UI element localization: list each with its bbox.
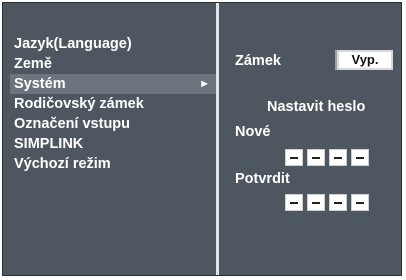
system-submenu-panel: Zámek Vyp. Nastavit heslo Nové Potvrdit: [219, 4, 401, 274]
pin-digit-box[interactable]: [351, 149, 369, 166]
main-menu-list: Jazyk(Language) Země Systém ► Rodičovský…: [10, 34, 216, 174]
menu-item-simplink[interactable]: SIMPLINK: [10, 134, 216, 154]
menu-item-default-mode[interactable]: Výchozí režim: [10, 154, 216, 174]
menu-item-input-label[interactable]: Označení vstupu: [10, 114, 216, 134]
pin-digit-box[interactable]: [329, 194, 347, 211]
set-password-heading: Nastavit heslo: [267, 99, 366, 115]
chevron-right-icon: ►: [199, 78, 210, 90]
pin-digit-box[interactable]: [307, 149, 325, 166]
confirm-password-input[interactable]: [285, 194, 369, 211]
pin-digit-box[interactable]: [285, 194, 303, 211]
menu-item-parental-lock[interactable]: Rodičovský zámek: [10, 94, 216, 114]
tv-menu-window: Jazyk(Language) Země Systém ► Rodičovský…: [2, 2, 402, 276]
new-password-input[interactable]: [285, 149, 369, 166]
lock-label: Zámek: [235, 53, 281, 69]
pin-digit-box[interactable]: [329, 149, 347, 166]
menu-item-language[interactable]: Jazyk(Language): [10, 34, 216, 54]
lock-toggle-button[interactable]: Vyp.: [337, 50, 393, 70]
confirm-password-label: Potvrdit: [235, 171, 290, 187]
menu-item-label: Označení vstupu: [14, 116, 131, 132]
menu-item-label: Jazyk(Language): [14, 36, 132, 52]
menu-item-country[interactable]: Země: [10, 54, 216, 74]
pin-digit-box[interactable]: [307, 194, 325, 211]
menu-item-label: SIMPLINK: [14, 136, 84, 152]
menu-item-label: Rodičovský zámek: [14, 96, 144, 112]
menu-item-system[interactable]: Systém ►: [10, 74, 216, 94]
new-password-label: Nové: [235, 124, 271, 140]
menu-item-label: Výchozí režim: [14, 156, 111, 172]
pin-digit-box[interactable]: [351, 194, 369, 211]
menu-item-label: Systém: [14, 76, 66, 92]
pin-digit-box[interactable]: [285, 149, 303, 166]
menu-item-label: Země: [14, 56, 52, 72]
main-menu-panel: Jazyk(Language) Země Systém ► Rodičovský…: [4, 4, 216, 274]
